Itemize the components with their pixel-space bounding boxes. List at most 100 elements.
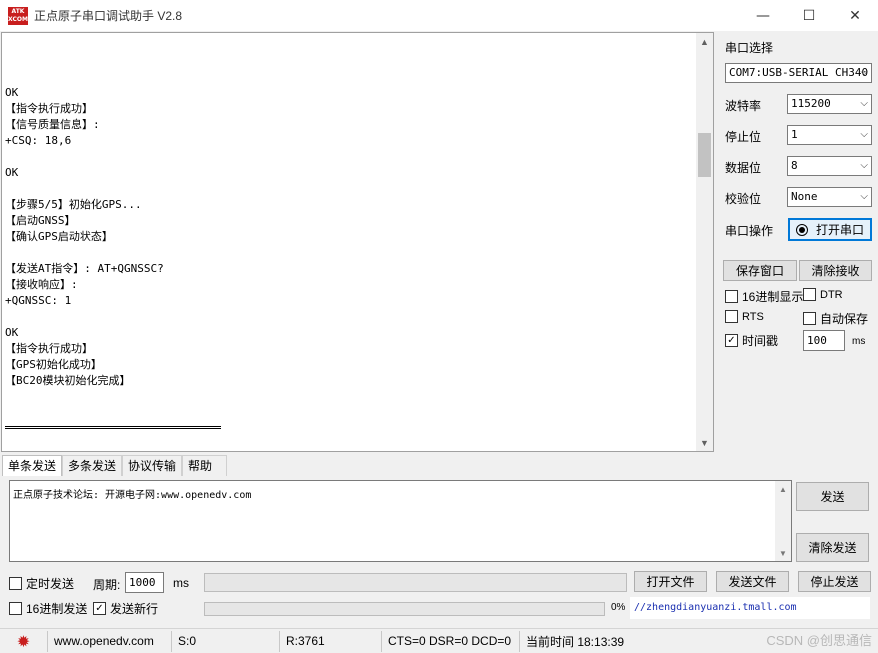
checkbox-icon [803, 288, 816, 301]
scroll-down-icon[interactable]: ▼ [775, 545, 791, 561]
receive-line: 【GPS初始化成功】 [5, 358, 102, 371]
maximize-icon[interactable]: ☐ [786, 0, 832, 31]
minimize-icon[interactable]: — [740, 0, 786, 31]
scroll-up-icon[interactable]: ▲ [696, 33, 713, 50]
databits-select[interactable]: 8 ⌵ [787, 156, 872, 176]
receive-line: +CSQ: 18,6 [5, 134, 72, 147]
receive-line: 【接收响应】: [5, 278, 78, 291]
hex-display-checkbox[interactable]: 16进制显示 [725, 288, 803, 305]
progress-text: 0% [611, 602, 626, 613]
received-count: R:3761 [280, 630, 382, 652]
website-link[interactable]: www.openedv.com [48, 630, 172, 652]
watermark: CSDN @创思通信 [766, 633, 872, 648]
parity-select[interactable]: None ⌵ [787, 187, 872, 207]
stopbits-select[interactable]: 1 ⌵ [787, 125, 872, 145]
send-input[interactable]: 正点原子技术论坛: 开源电子网:www.openedv.com ▲ ▼ [9, 480, 792, 562]
separator-line [5, 421, 221, 429]
baud-label: 波特率 [725, 99, 762, 113]
receive-line: 【发送AT指令】: AT+QGNSSC? [5, 262, 164, 275]
period-unit: ms [173, 576, 189, 590]
hex-send-checkbox[interactable]: 16进制发送 [9, 600, 87, 617]
send-progress-bar [204, 602, 605, 616]
port-status-icon [795, 223, 808, 236]
tab-protocol[interactable]: 协议传输 [122, 455, 183, 476]
settings-panel: 串口选择 COM7:USB-SERIAL CH340 ⌵ 波特率 115200 ⌵ … [718, 32, 878, 452]
receive-line: 【指令执行成功】 [5, 342, 93, 355]
timestamp-checkbox[interactable]: ✓ 时间戳 [725, 332, 778, 349]
send-panel: 正点原子技术论坛: 开源电子网:www.openedv.com ▲ ▼ 发送 清… [2, 476, 876, 626]
databits-label: 数据位 [725, 161, 762, 175]
scroll-down-icon[interactable]: ▼ [696, 434, 713, 451]
shop-link[interactable]: //zhengdianyuanzi.tmall.com [634, 602, 797, 613]
tab-single-send[interactable]: 单条发送 [2, 455, 63, 476]
autosave-checkbox[interactable]: 自动保存 [803, 310, 868, 327]
link-box: //zhengdianyuanzi.tmall.com [630, 597, 870, 619]
receive-line: OK [5, 86, 19, 99]
checkbox-icon [725, 310, 738, 323]
timestamp-input[interactable]: 100 [803, 330, 845, 351]
checkbox-icon: ✓ [93, 602, 106, 615]
receive-line: 【确认GPS启动状态】 [5, 230, 113, 243]
sent-count: S:0 [172, 630, 280, 652]
receive-line [5, 309, 695, 325]
tab-help[interactable]: 帮助 [182, 455, 228, 476]
clear-send-button[interactable]: 清除发送 [796, 533, 869, 562]
send-file-button[interactable]: 发送文件 [716, 571, 789, 592]
receive-line [5, 181, 695, 197]
receive-area[interactable]: OK 【指令执行成功】 【信号质量信息】: +CSQ: 18,6 OK 【步骤5/5】初始… [1, 32, 714, 452]
chevron-down-icon: ⌵ [860, 67, 868, 78]
checkbox-icon [9, 577, 22, 590]
status-bar: ✹ www.openedv.com S:0 R:3761 CTS=0 DSR=0… [0, 628, 878, 653]
send-tabs: 单条发送 多条发送 协议传输 帮助 [2, 455, 228, 476]
receive-line: +QGNSSC: 1 [5, 294, 72, 307]
chevron-down-icon: ⌵ [860, 129, 868, 140]
receive-line [5, 245, 695, 261]
close-icon[interactable]: ✕ [832, 0, 878, 31]
dtr-checkbox[interactable]: DTR [803, 288, 843, 301]
open-port-button[interactable]: 打开串口 [788, 218, 872, 241]
timed-send-checkbox[interactable]: 定时发送 [9, 575, 74, 592]
send-button[interactable]: 发送 [796, 482, 869, 511]
checkbox-icon: ✓ [725, 334, 738, 347]
receive-line: 【步骤5/5】初始化GPS... [5, 198, 142, 211]
receive-line: 【启动GNSS】 [5, 214, 76, 227]
window-title: 正点原子串口调试助手 V2.8 [34, 9, 183, 23]
chevron-down-icon: ⌵ [860, 191, 868, 202]
stopbits-label: 停止位 [725, 130, 762, 144]
receive-line: OK [5, 326, 19, 339]
receive-scrollbar[interactable]: ▲ ▼ [696, 33, 713, 451]
clear-receive-button[interactable]: 清除接收 [799, 260, 872, 281]
checkbox-icon [725, 290, 738, 303]
receive-line: OK [5, 166, 19, 179]
save-window-button[interactable]: 保存窗口 [723, 260, 797, 281]
title-bar: ATK XCOM 正点原子串口调试助手 V2.8 — ☐ ✕ [0, 0, 878, 31]
send-scrollbar[interactable]: ▲ ▼ [775, 481, 791, 561]
receive-line: 【BC20模块初始化完成】 [5, 374, 131, 387]
settings-gear-icon[interactable]: ✹ [0, 630, 48, 652]
chevron-down-icon: ⌵ [860, 160, 868, 171]
port-select[interactable]: COM7:USB-SERIAL CH340 ⌵ [725, 63, 872, 83]
app-logo-icon: ATK XCOM [8, 6, 28, 25]
chevron-down-icon: ⌵ [860, 98, 868, 109]
port-section-label: 串口选择 [725, 41, 774, 55]
baud-select[interactable]: 115200 ⌵ [787, 94, 872, 114]
receive-line: 【信号质量信息】: [5, 118, 100, 131]
receive-line: 【指令执行成功】 [5, 102, 93, 115]
open-file-button[interactable]: 打开文件 [634, 571, 707, 592]
checkbox-icon [9, 602, 22, 615]
checkbox-icon [803, 312, 816, 325]
scroll-thumb[interactable] [698, 133, 711, 177]
tab-multi-send[interactable]: 多条发送 [62, 455, 123, 476]
rts-checkbox[interactable]: RTS [725, 310, 764, 323]
receive-line [5, 149, 695, 165]
file-path-field[interactable] [204, 573, 627, 592]
newline-checkbox[interactable]: ✓ 发送新行 [93, 600, 158, 617]
period-input[interactable]: 1000 [125, 572, 164, 593]
period-label: 周期: [93, 578, 121, 592]
line-status: CTS=0 DSR=0 DCD=0 [382, 630, 520, 652]
timestamp-unit: ms [852, 336, 866, 347]
scroll-up-icon[interactable]: ▲ [775, 481, 791, 497]
current-time: 当前时间 18:13:39 [526, 634, 625, 649]
parity-label: 校验位 [725, 192, 762, 206]
stop-send-button[interactable]: 停止发送 [798, 571, 871, 592]
